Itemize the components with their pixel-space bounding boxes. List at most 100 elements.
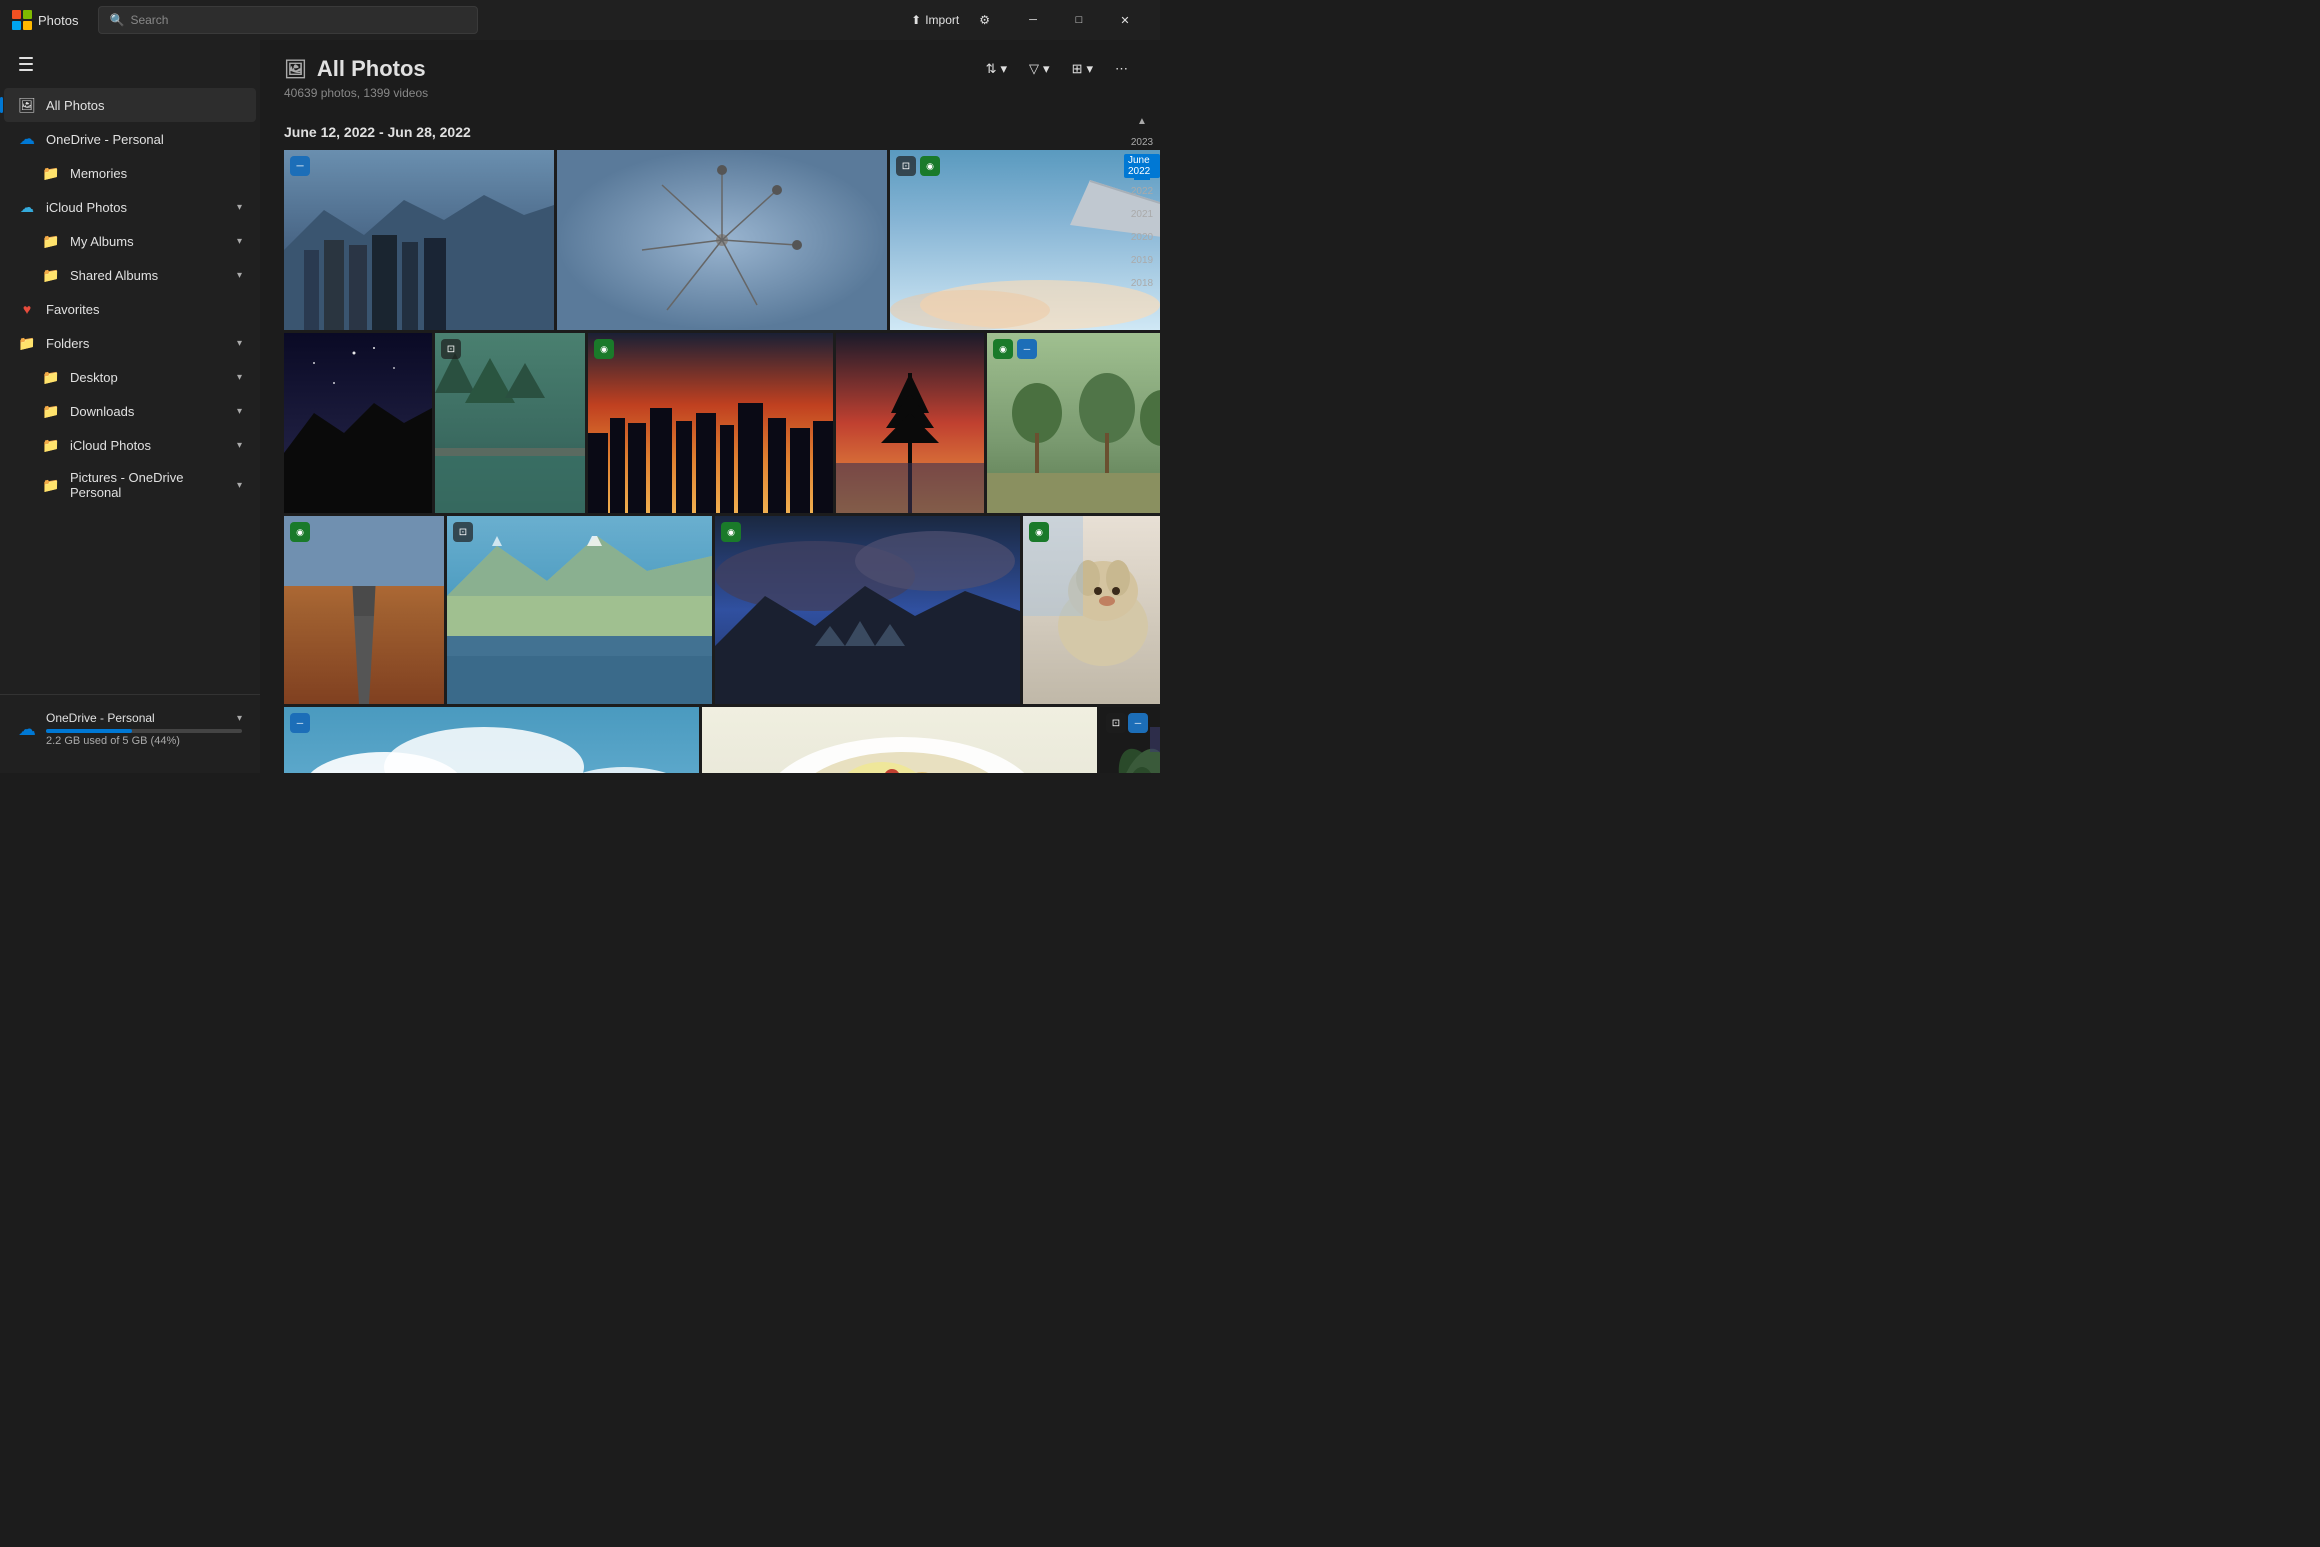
sidebar-item-all-photos[interactable]: 🖼 All Photos: [4, 88, 256, 122]
photo-badge-sunset: ◉: [594, 339, 614, 359]
window-controls: ─ □ ✕: [1010, 4, 1148, 36]
sidebar-item-downloads[interactable]: 📁 Downloads ▾: [4, 394, 256, 428]
photo-cell-airplane[interactable]: ⊡ ◉: [890, 150, 1160, 330]
photo-cell-desert[interactable]: ◉: [284, 516, 444, 704]
timeline-year-2023[interactable]: 2023: [1131, 137, 1153, 148]
photo-cell-sunset-city[interactable]: ◉: [588, 333, 833, 513]
hamburger-menu-button[interactable]: [10, 48, 42, 80]
sidebar-item-pictures-onedrive[interactable]: 📁 Pictures - OneDrive Personal ▾: [4, 462, 256, 508]
photo-badge-lake: ⊡: [453, 522, 473, 542]
photo-cell-bridge[interactable]: ⊡: [435, 333, 585, 513]
photo-cell-nightsky[interactable]: [284, 333, 432, 513]
photo-city: [284, 150, 554, 330]
photo-row-2: ⊡: [284, 333, 1136, 513]
grid-button[interactable]: ⊞ ▾: [1064, 57, 1101, 81]
pictures-chevron: ▾: [237, 480, 242, 491]
photo-cell-spinner[interactable]: [557, 150, 887, 330]
photo-row-1: ─: [284, 150, 1136, 330]
photo-badge-waterfront: ◉: [721, 522, 741, 542]
photo-badge-blueclouds: ─: [290, 713, 310, 733]
favorites-icon: ♥: [18, 300, 36, 318]
photo-area[interactable]: June 12, 2022 - Jun 28, 2022: [260, 108, 1160, 773]
content-subtitle: 40639 photos, 1399 videos: [284, 86, 1136, 100]
sort-icon: ⇅: [986, 61, 997, 77]
photo-cell-food[interactable]: [702, 707, 1097, 773]
timeline-arrow-up[interactable]: ▲: [1137, 116, 1147, 127]
photo-tree: [836, 333, 984, 513]
sidebar-item-folders[interactable]: 📁 Folders ▾: [4, 326, 256, 360]
content-actions: ⇅ ▾ ▽ ▾ ⊞ ▾ ⋯: [978, 57, 1136, 81]
icloud-chevron: ▾: [237, 202, 242, 213]
timeline-year-2022[interactable]: 2022: [1131, 186, 1153, 197]
photo-badge-plant-monitor: ⊡: [1106, 713, 1126, 733]
onedrive-footer[interactable]: ☁ OneDrive - Personal ▾ 2.2 GB used of 5…: [14, 705, 246, 753]
my-albums-icon: 📁: [42, 232, 60, 250]
sidebar-item-memories[interactable]: 📁 Memories: [4, 156, 256, 190]
settings-icon: ⚙: [979, 13, 990, 27]
sidebar-item-my-albums[interactable]: 📁 My Albums ▾: [4, 224, 256, 258]
photo-cell-lake[interactable]: ⊡: [447, 516, 712, 704]
all-photos-icon: 🖼: [18, 96, 36, 114]
content-title-row: 🖼 All Photos ⇅ ▾ ▽ ▾ ⊞ ▾: [284, 56, 1136, 82]
photo-cell-waterfront[interactable]: ◉: [715, 516, 1020, 704]
photo-cell-tree[interactable]: [836, 333, 984, 513]
content-title: 🖼 All Photos: [284, 56, 426, 82]
onedrive-footer-title: OneDrive - Personal: [46, 711, 155, 725]
content-header: 🖼 All Photos ⇅ ▾ ▽ ▾ ⊞ ▾: [260, 40, 1160, 108]
content-title-icon: 🖼: [284, 59, 307, 80]
maximize-button[interactable]: □: [1056, 4, 1102, 36]
sidebar: 🖼 All Photos ☁ OneDrive - Personal 📁 Mem…: [0, 40, 260, 773]
more-icon: ⋯: [1115, 61, 1128, 77]
desktop-chevron: ▾: [237, 372, 242, 383]
grid-chevron: ▾: [1086, 61, 1093, 77]
close-button[interactable]: ✕: [1102, 4, 1148, 36]
sidebar-label-folders: Folders: [46, 336, 227, 351]
sidebar-item-icloud-folder[interactable]: 📁 iCloud Photos ▾: [4, 428, 256, 462]
timeline-year-2020[interactable]: 2020: [1131, 232, 1153, 243]
photo-desert: [284, 516, 444, 704]
sidebar-label-favorites: Favorites: [46, 302, 242, 317]
timeline-year-2019[interactable]: 2019: [1131, 255, 1153, 266]
timeline-year-2021[interactable]: 2021: [1131, 209, 1153, 220]
filter-icon: ▽: [1029, 61, 1039, 77]
folders-chevron: ▾: [237, 338, 242, 349]
sidebar-item-onedrive[interactable]: ☁ OneDrive - Personal: [4, 122, 256, 156]
photo-badge-olive2: ─: [1017, 339, 1037, 359]
photo-waterfront: [715, 516, 1020, 704]
sidebar-label-desktop: Desktop: [70, 370, 227, 385]
photo-cell-city[interactable]: ─: [284, 150, 554, 330]
photo-cell-blueclouds[interactable]: ─: [284, 707, 699, 773]
timeline-label-june2022[interactable]: June 2022: [1124, 154, 1160, 178]
sidebar-item-desktop[interactable]: 📁 Desktop ▾: [4, 360, 256, 394]
search-box[interactable]: 🔍 Search: [98, 6, 478, 34]
photo-badge-airplane-monitor: ⊡: [896, 156, 916, 176]
settings-button[interactable]: ⚙: [971, 9, 998, 31]
sidebar-item-icloud[interactable]: ☁ iCloud Photos ▾: [4, 190, 256, 224]
more-button[interactable]: ⋯: [1107, 57, 1136, 81]
photo-airplane: [890, 150, 1160, 330]
photo-food: [702, 707, 1097, 773]
filter-button[interactable]: ▽ ▾: [1021, 57, 1058, 81]
sidebar-label-icloud: iCloud Photos: [46, 200, 227, 215]
sidebar-label-pictures-onedrive: Pictures - OneDrive Personal: [70, 470, 227, 500]
search-icon: 🔍: [109, 13, 124, 27]
page-title: All Photos: [317, 56, 426, 82]
photo-badge-city: ─: [290, 156, 310, 176]
sidebar-item-favorites[interactable]: ♥ Favorites: [4, 292, 256, 326]
timeline-marker: [1134, 178, 1150, 180]
timeline-year-2018[interactable]: 2018: [1131, 278, 1153, 289]
main-content: 🖼 All Photos ⇅ ▾ ▽ ▾ ⊞ ▾: [260, 40, 1160, 773]
pictures-onedrive-icon: 📁: [42, 476, 60, 494]
photo-badge-bridge: ⊡: [441, 339, 461, 359]
sort-button[interactable]: ⇅ ▾: [978, 57, 1015, 81]
storage-text: 2.2 GB used of 5 GB (44%): [46, 735, 242, 747]
titlebar-actions: ⬆ Import ⚙ ─ □ ✕: [903, 4, 1148, 36]
sidebar-item-shared-albums[interactable]: 📁 Shared Albums ▾: [4, 258, 256, 292]
sort-chevron: ▾: [1001, 61, 1008, 77]
photo-blueclouds: [284, 707, 699, 773]
shared-albums-chevron: ▾: [237, 270, 242, 281]
minimize-button[interactable]: ─: [1010, 4, 1056, 36]
onedrive-footer-chevron: ▾: [237, 713, 242, 724]
sidebar-label-my-albums: My Albums: [70, 234, 227, 249]
import-button[interactable]: ⬆ Import: [903, 9, 967, 31]
